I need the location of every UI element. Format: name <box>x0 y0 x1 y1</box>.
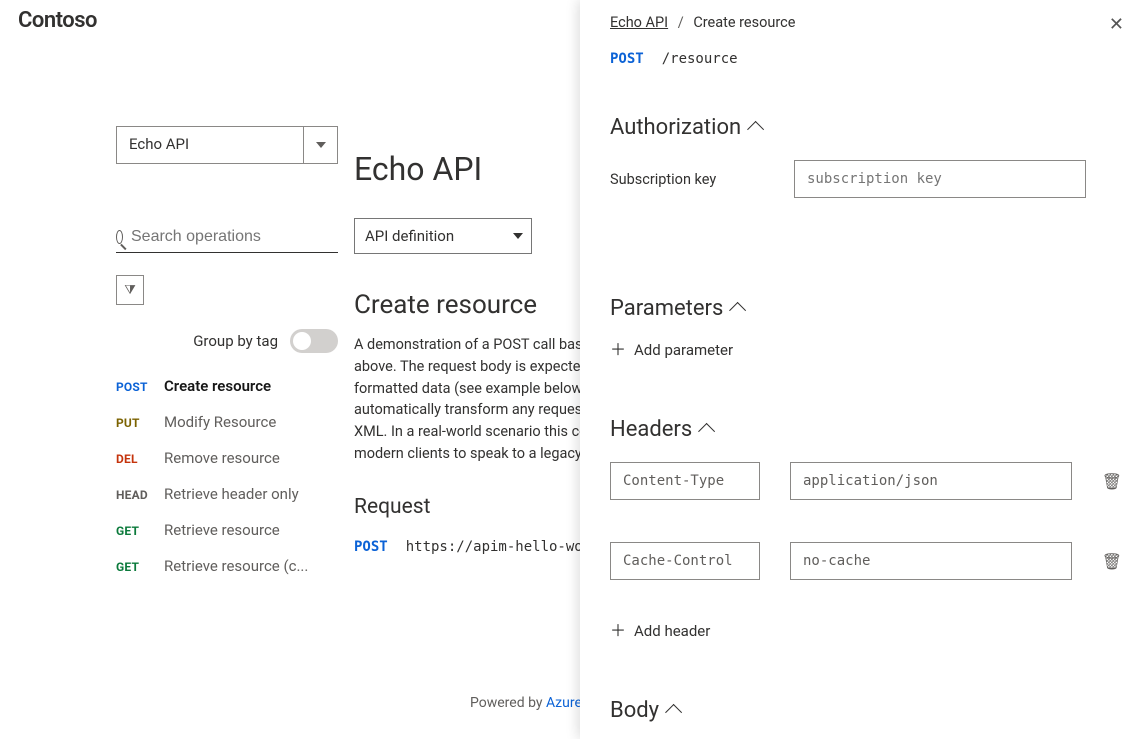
operation-item-retrieve-resource-c[interactable]: GET Retrieve resource (c... <box>116 557 338 575</box>
request-url: https://apim-hello-wor <box>406 539 591 555</box>
method-badge: GET <box>116 524 164 538</box>
chevron-down-icon <box>303 127 337 163</box>
add-parameter-button[interactable]: ＋ Add parameter <box>610 341 1118 359</box>
search-input[interactable] <box>131 228 338 246</box>
method-badge: DEL <box>116 452 164 466</box>
subscription-key-row: Subscription key <box>610 160 1118 198</box>
operation-item-retrieve-resource[interactable]: GET Retrieve resource <box>116 521 338 539</box>
operation-item-retrieve-header[interactable]: HEAD Retrieve header only <box>116 485 338 503</box>
header-row-1: 🗑 <box>610 542 1118 580</box>
footer-link[interactable]: Azure <box>546 695 582 711</box>
operations-list: POST Create resource PUT Modify Resource… <box>116 377 338 575</box>
panel-path: /resource <box>662 51 738 67</box>
api-selector[interactable]: Echo API <box>116 126 338 164</box>
request-method: POST <box>354 539 388 555</box>
section-body[interactable]: Body <box>610 698 1118 723</box>
filter-icon: ⧩ <box>124 283 136 298</box>
api-definition-label: API definition <box>365 227 454 245</box>
plus-icon: ＋ <box>610 342 626 358</box>
breadcrumb: Echo API / Create resource <box>610 14 1118 31</box>
chevron-up-icon <box>698 422 715 439</box>
search-icon <box>116 230 123 244</box>
close-icon[interactable]: ✕ <box>1109 14 1124 35</box>
header-key-input[interactable] <box>610 542 760 580</box>
search-operations[interactable] <box>116 228 338 253</box>
section-authorization[interactable]: Authorization <box>610 115 1118 140</box>
panel-method-line: POST/resource <box>610 51 1118 67</box>
operation-name: Remove resource <box>164 449 280 467</box>
chevron-up-icon <box>729 301 746 318</box>
trash-icon[interactable]: 🗑 <box>1102 552 1122 571</box>
method-badge: PUT <box>116 416 164 430</box>
brand-logo: Contoso <box>18 8 97 33</box>
filter-button[interactable]: ⧩ <box>116 275 144 305</box>
operation-name: Modify Resource <box>164 413 276 431</box>
footer: Powered by Azure <box>470 695 582 711</box>
trash-icon[interactable]: 🗑 <box>1102 472 1122 491</box>
method-badge: POST <box>116 380 164 394</box>
method-badge: HEAD <box>116 488 164 502</box>
subscription-key-input[interactable] <box>794 160 1086 198</box>
group-by-tag-control: Group by tag <box>116 329 338 353</box>
api-definition-select[interactable]: API definition <box>354 218 532 254</box>
breadcrumb-op: Create resource <box>693 14 795 31</box>
operations-sidebar: Echo API ⧩ Group by tag POST Create reso… <box>116 126 338 575</box>
operation-name: Create resource <box>164 377 271 395</box>
subscription-key-label: Subscription key <box>610 171 770 188</box>
operation-item-create-resource[interactable]: POST Create resource <box>116 377 338 395</box>
header-value-input[interactable] <box>790 542 1072 580</box>
operation-name: Retrieve resource <box>164 521 280 539</box>
footer-text: Powered by <box>470 695 546 711</box>
method-badge: GET <box>116 560 164 574</box>
operation-name: Retrieve resource (c... <box>164 557 308 575</box>
operation-item-modify-resource[interactable]: PUT Modify Resource <box>116 413 338 431</box>
header-key-input[interactable] <box>610 462 760 500</box>
section-parameters[interactable]: Parameters <box>610 296 1118 321</box>
breadcrumb-api[interactable]: Echo API <box>610 14 668 31</box>
plus-icon: ＋ <box>610 623 626 639</box>
panel-method: POST <box>610 51 644 67</box>
header-value-input[interactable] <box>790 462 1072 500</box>
api-selector-label: Echo API <box>117 127 303 163</box>
add-header-button[interactable]: ＋ Add header <box>610 622 1118 640</box>
group-by-tag-toggle[interactable] <box>290 329 338 353</box>
chevron-up-icon <box>747 120 764 137</box>
group-by-tag-label: Group by tag <box>193 332 278 350</box>
section-headers[interactable]: Headers <box>610 417 1118 442</box>
chevron-up-icon <box>665 703 682 720</box>
try-it-panel: ✕ Echo API / Create resource POST/resour… <box>580 0 1138 739</box>
operation-item-remove-resource[interactable]: DEL Remove resource <box>116 449 338 467</box>
header-row-0: 🗑 <box>610 462 1118 500</box>
operation-name: Retrieve header only <box>164 485 299 503</box>
